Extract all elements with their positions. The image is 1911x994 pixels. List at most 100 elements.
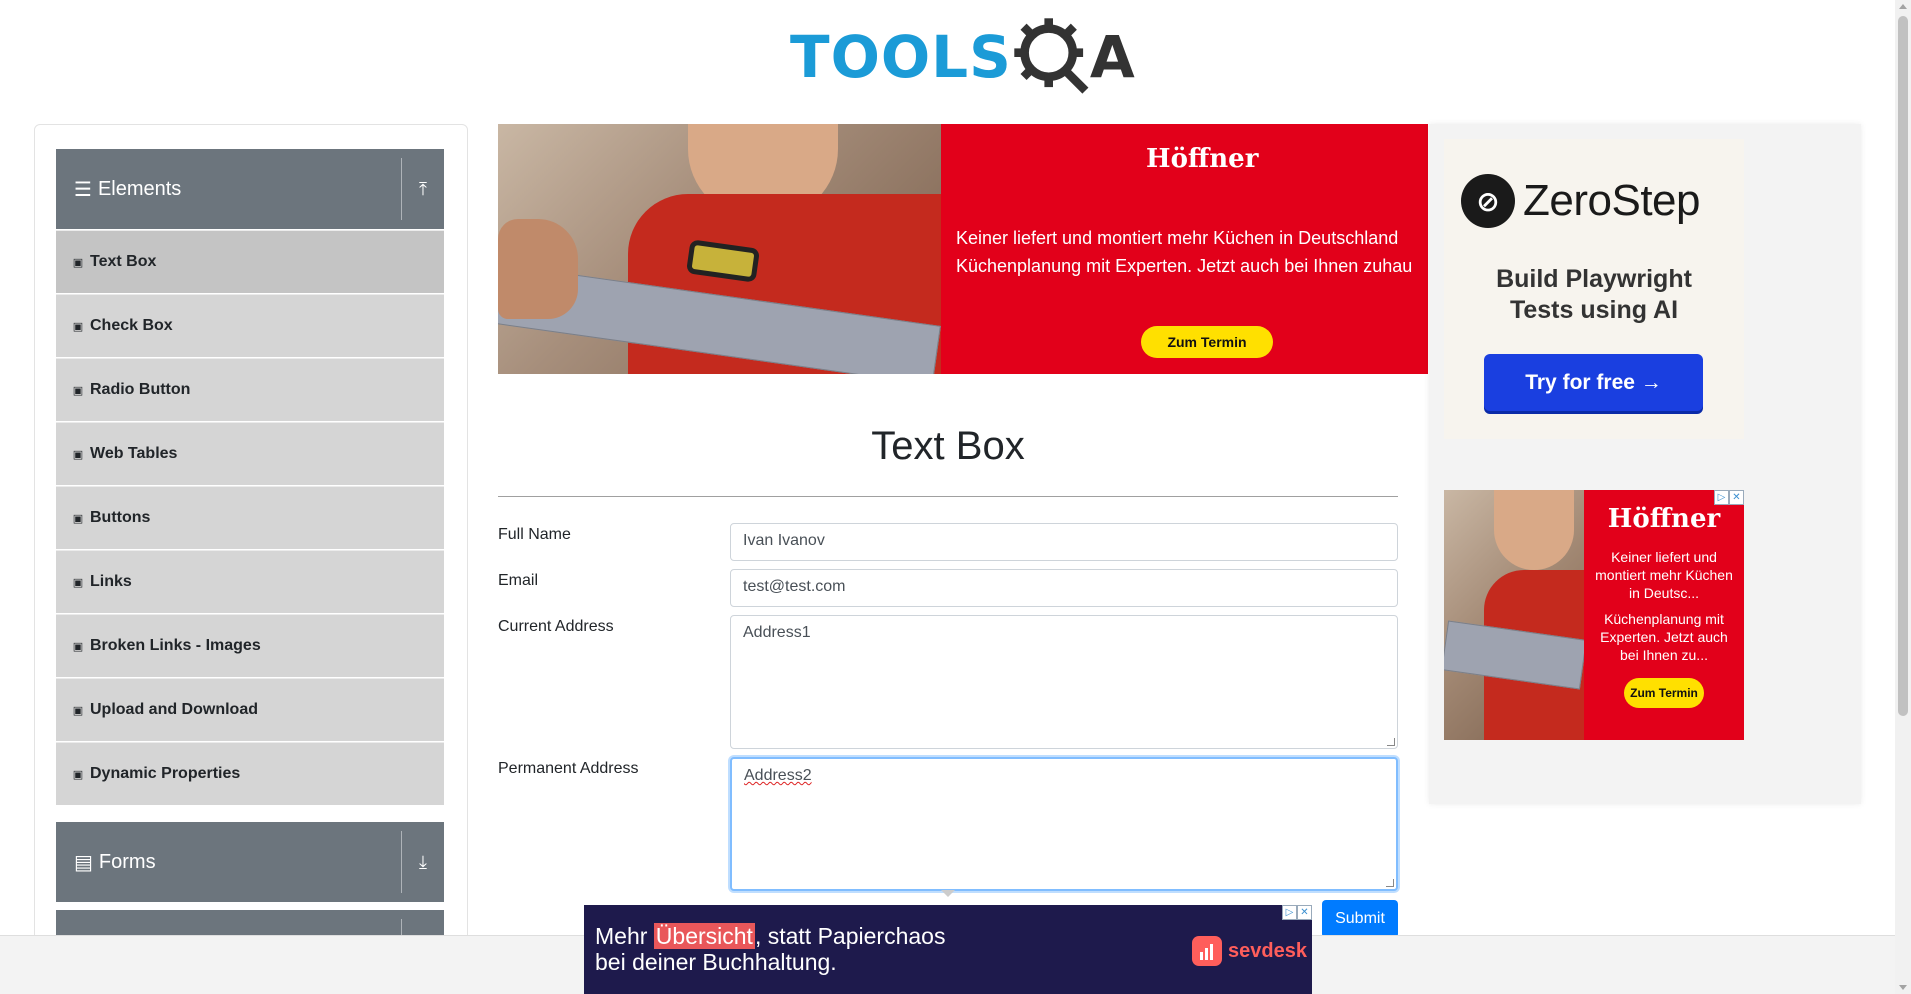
gear-magnifier-icon xyxy=(1014,18,1089,94)
ad-photo xyxy=(498,124,941,374)
html5-icon: ▣ xyxy=(72,384,84,397)
right-ad-column: ⊘ ZeroStep Build Playwright Tests using … xyxy=(1429,124,1861,804)
sticky-ad-line2: bei deiner Buchhaltung. xyxy=(595,949,837,975)
photo-hand xyxy=(498,219,578,319)
page-scrollbar[interactable] xyxy=(1895,0,1911,994)
scroll-down-arrow-icon[interactable] xyxy=(1899,985,1907,990)
sticky-ad-collapse-icon[interactable] xyxy=(941,890,955,897)
elements-menu-list: ▣ Text Box ▣ Check Box ▣ Radio Button ▣ … xyxy=(56,230,444,806)
zerostep-logo: ⊘ ZeroStep xyxy=(1461,174,1700,228)
ad-text-panel: Höffner Keiner liefert und montiert mehr… xyxy=(941,124,1428,374)
current-address-textarea[interactable]: Address1 xyxy=(730,615,1398,749)
current-address-value: Address1 xyxy=(743,624,811,641)
logo-text-tools: TOOLS xyxy=(790,23,1012,91)
ad-copy: Keiner liefert und montiert mehr Küchen … xyxy=(956,224,1428,280)
html5-icon: ▣ xyxy=(72,256,84,269)
ad-copy-line2: Küchenplanung mit Experten. Jetzt auch b… xyxy=(956,256,1413,276)
hoffner-side-ad[interactable]: Höffner Keiner liefert und montiert mehr… xyxy=(1444,490,1744,740)
group-title: ▤ Forms xyxy=(56,850,401,875)
sidebar-item-label: Text Box xyxy=(90,253,157,270)
sevdesk-logo: sevdesk xyxy=(1192,936,1307,966)
toolsqa-logo[interactable]: TOOLS A xyxy=(790,14,1135,100)
group-label-forms: Forms xyxy=(98,850,156,873)
html5-icon: ▣ xyxy=(72,768,84,781)
sidebar-item-upload-download[interactable]: ▣ Upload and Download xyxy=(56,678,444,741)
ad-brand-logo: Höffner xyxy=(1146,144,1259,174)
sidebar-item-dynamic-properties[interactable]: ▣ Dynamic Properties xyxy=(56,742,444,805)
adchoices-controls: ▷ ✕ xyxy=(1282,905,1312,920)
banner-ad[interactable]: Höffner Keiner liefert und montiert mehr… xyxy=(498,124,1428,374)
resize-handle[interactable] xyxy=(1387,738,1395,746)
sticky-ad-text: Mehr xyxy=(595,923,654,949)
html5-icon: ▣ xyxy=(72,704,84,717)
scrollbar-thumb[interactable] xyxy=(1898,16,1908,716)
ad-copy-line1: Keiner liefert und montiert mehr Küchen … xyxy=(956,228,1399,248)
current-address-label: Current Address xyxy=(498,618,614,635)
sticky-ad-line1: Mehr Übersicht, statt Papierchaos xyxy=(595,923,945,949)
ad-close-icon[interactable]: ✕ xyxy=(1297,905,1312,920)
ad-cta-button[interactable]: Zum Termin xyxy=(1141,326,1273,358)
sidebar-item-radio-button[interactable]: ▣ Radio Button xyxy=(56,358,444,421)
page-title: Text Box xyxy=(871,424,1025,468)
sidebar-item-text-box[interactable]: ▣ Text Box xyxy=(56,230,444,293)
sidebar-item-web-tables[interactable]: ▣ Web Tables xyxy=(56,422,444,485)
sidebar-item-label: Dynamic Properties xyxy=(90,765,241,782)
full-name-input[interactable]: Ivan Ivanov xyxy=(730,523,1398,561)
hamburger-icon: ☰ xyxy=(74,178,92,201)
zerostep-mark-icon: ⊘ xyxy=(1461,174,1515,228)
ad-photo xyxy=(1444,490,1587,740)
permanent-address-value: Address2 xyxy=(744,767,812,784)
adchoices-info-icon[interactable]: ▷ xyxy=(1282,905,1297,920)
html5-icon: ▣ xyxy=(72,320,84,333)
sidebar-item-label: Check Box xyxy=(90,317,173,334)
ad-close-icon[interactable]: ✕ xyxy=(1729,490,1744,505)
zerostep-brand: ZeroStep xyxy=(1523,176,1700,225)
logo-text-a: A xyxy=(1089,23,1135,91)
sidebar-item-label: Upload and Download xyxy=(90,701,258,718)
permanent-address-textarea[interactable]: Address2 xyxy=(730,757,1398,891)
page-header: TOOLS A xyxy=(0,0,1895,110)
sidebar-item-check-box[interactable]: ▣ Check Box xyxy=(56,294,444,357)
html5-icon: ▣ xyxy=(72,576,84,589)
sticky-ad-copy: Mehr Übersicht, statt Papierchaos bei de… xyxy=(595,923,945,975)
ad-text-panel: Höffner Keiner liefert und montiert mehr… xyxy=(1584,490,1744,740)
scroll-up-arrow-icon[interactable] xyxy=(1899,4,1907,9)
zerostep-ad[interactable]: ⊘ ZeroStep Build Playwright Tests using … xyxy=(1444,139,1744,439)
resize-handle[interactable] xyxy=(1386,879,1394,887)
sidebar-item-buttons[interactable]: ▣ Buttons xyxy=(56,486,444,549)
group-title: ☰ Elements xyxy=(56,177,401,202)
adchoices-controls: ▷ ✕ xyxy=(1714,490,1744,505)
sidebar-item-broken-links[interactable]: ▣ Broken Links - Images xyxy=(56,614,444,677)
email-label: Email xyxy=(498,572,539,589)
sidebar-item-label: Broken Links - Images xyxy=(90,637,261,654)
email-input[interactable]: test@test.com xyxy=(730,569,1398,607)
ad-copy-line2: Küchenplanung mit Experten. Jetzt auch b… xyxy=(1600,611,1728,663)
ad-copy-line1: Keiner liefert und montiert mehr Küchen … xyxy=(1595,549,1733,601)
ad-cta-button[interactable]: Zum Termin xyxy=(1624,678,1704,708)
sidebar-item-label: Radio Button xyxy=(90,381,191,398)
sticky-ad-text: , statt Papierchaos xyxy=(754,923,946,949)
zerostep-cta-button[interactable]: Try for free → xyxy=(1484,354,1703,411)
full-name-label: Full Name xyxy=(498,526,571,543)
collapse-up-icon[interactable]: ⤒ xyxy=(401,158,444,220)
document-icon: ▤ xyxy=(74,851,93,874)
title-divider xyxy=(498,496,1398,497)
submit-button[interactable]: Submit xyxy=(1322,900,1398,938)
sidebar-item-label: Web Tables xyxy=(90,445,178,462)
expand-down-icon[interactable]: ⤓ xyxy=(401,831,444,893)
group-header-elements[interactable]: ☰ Elements ⤒ xyxy=(56,149,444,229)
ad-brand-logo: Höffner xyxy=(1607,504,1721,534)
sidebar-item-label: Links xyxy=(90,573,132,590)
zerostep-tagline: Build Playwright Tests using AI xyxy=(1444,264,1744,326)
permanent-address-label: Permanent Address xyxy=(498,760,639,777)
sticky-bottom-ad[interactable]: Mehr Übersicht, statt Papierchaos bei de… xyxy=(584,905,1312,994)
zerostep-tagline-line2: Tests using AI xyxy=(1509,296,1679,324)
zerostep-tagline-line1: Build Playwright xyxy=(1496,265,1692,293)
bar-chart-icon xyxy=(1192,936,1222,966)
sidebar-item-links[interactable]: ▣ Links xyxy=(56,550,444,613)
group-label-elements: Elements xyxy=(97,177,182,200)
sticky-ad-highlight: Übersicht xyxy=(653,923,755,949)
adchoices-info-icon[interactable]: ▷ xyxy=(1714,490,1729,505)
group-header-forms[interactable]: ▤ Forms ⤓ xyxy=(56,822,444,902)
html5-icon: ▣ xyxy=(72,640,84,653)
